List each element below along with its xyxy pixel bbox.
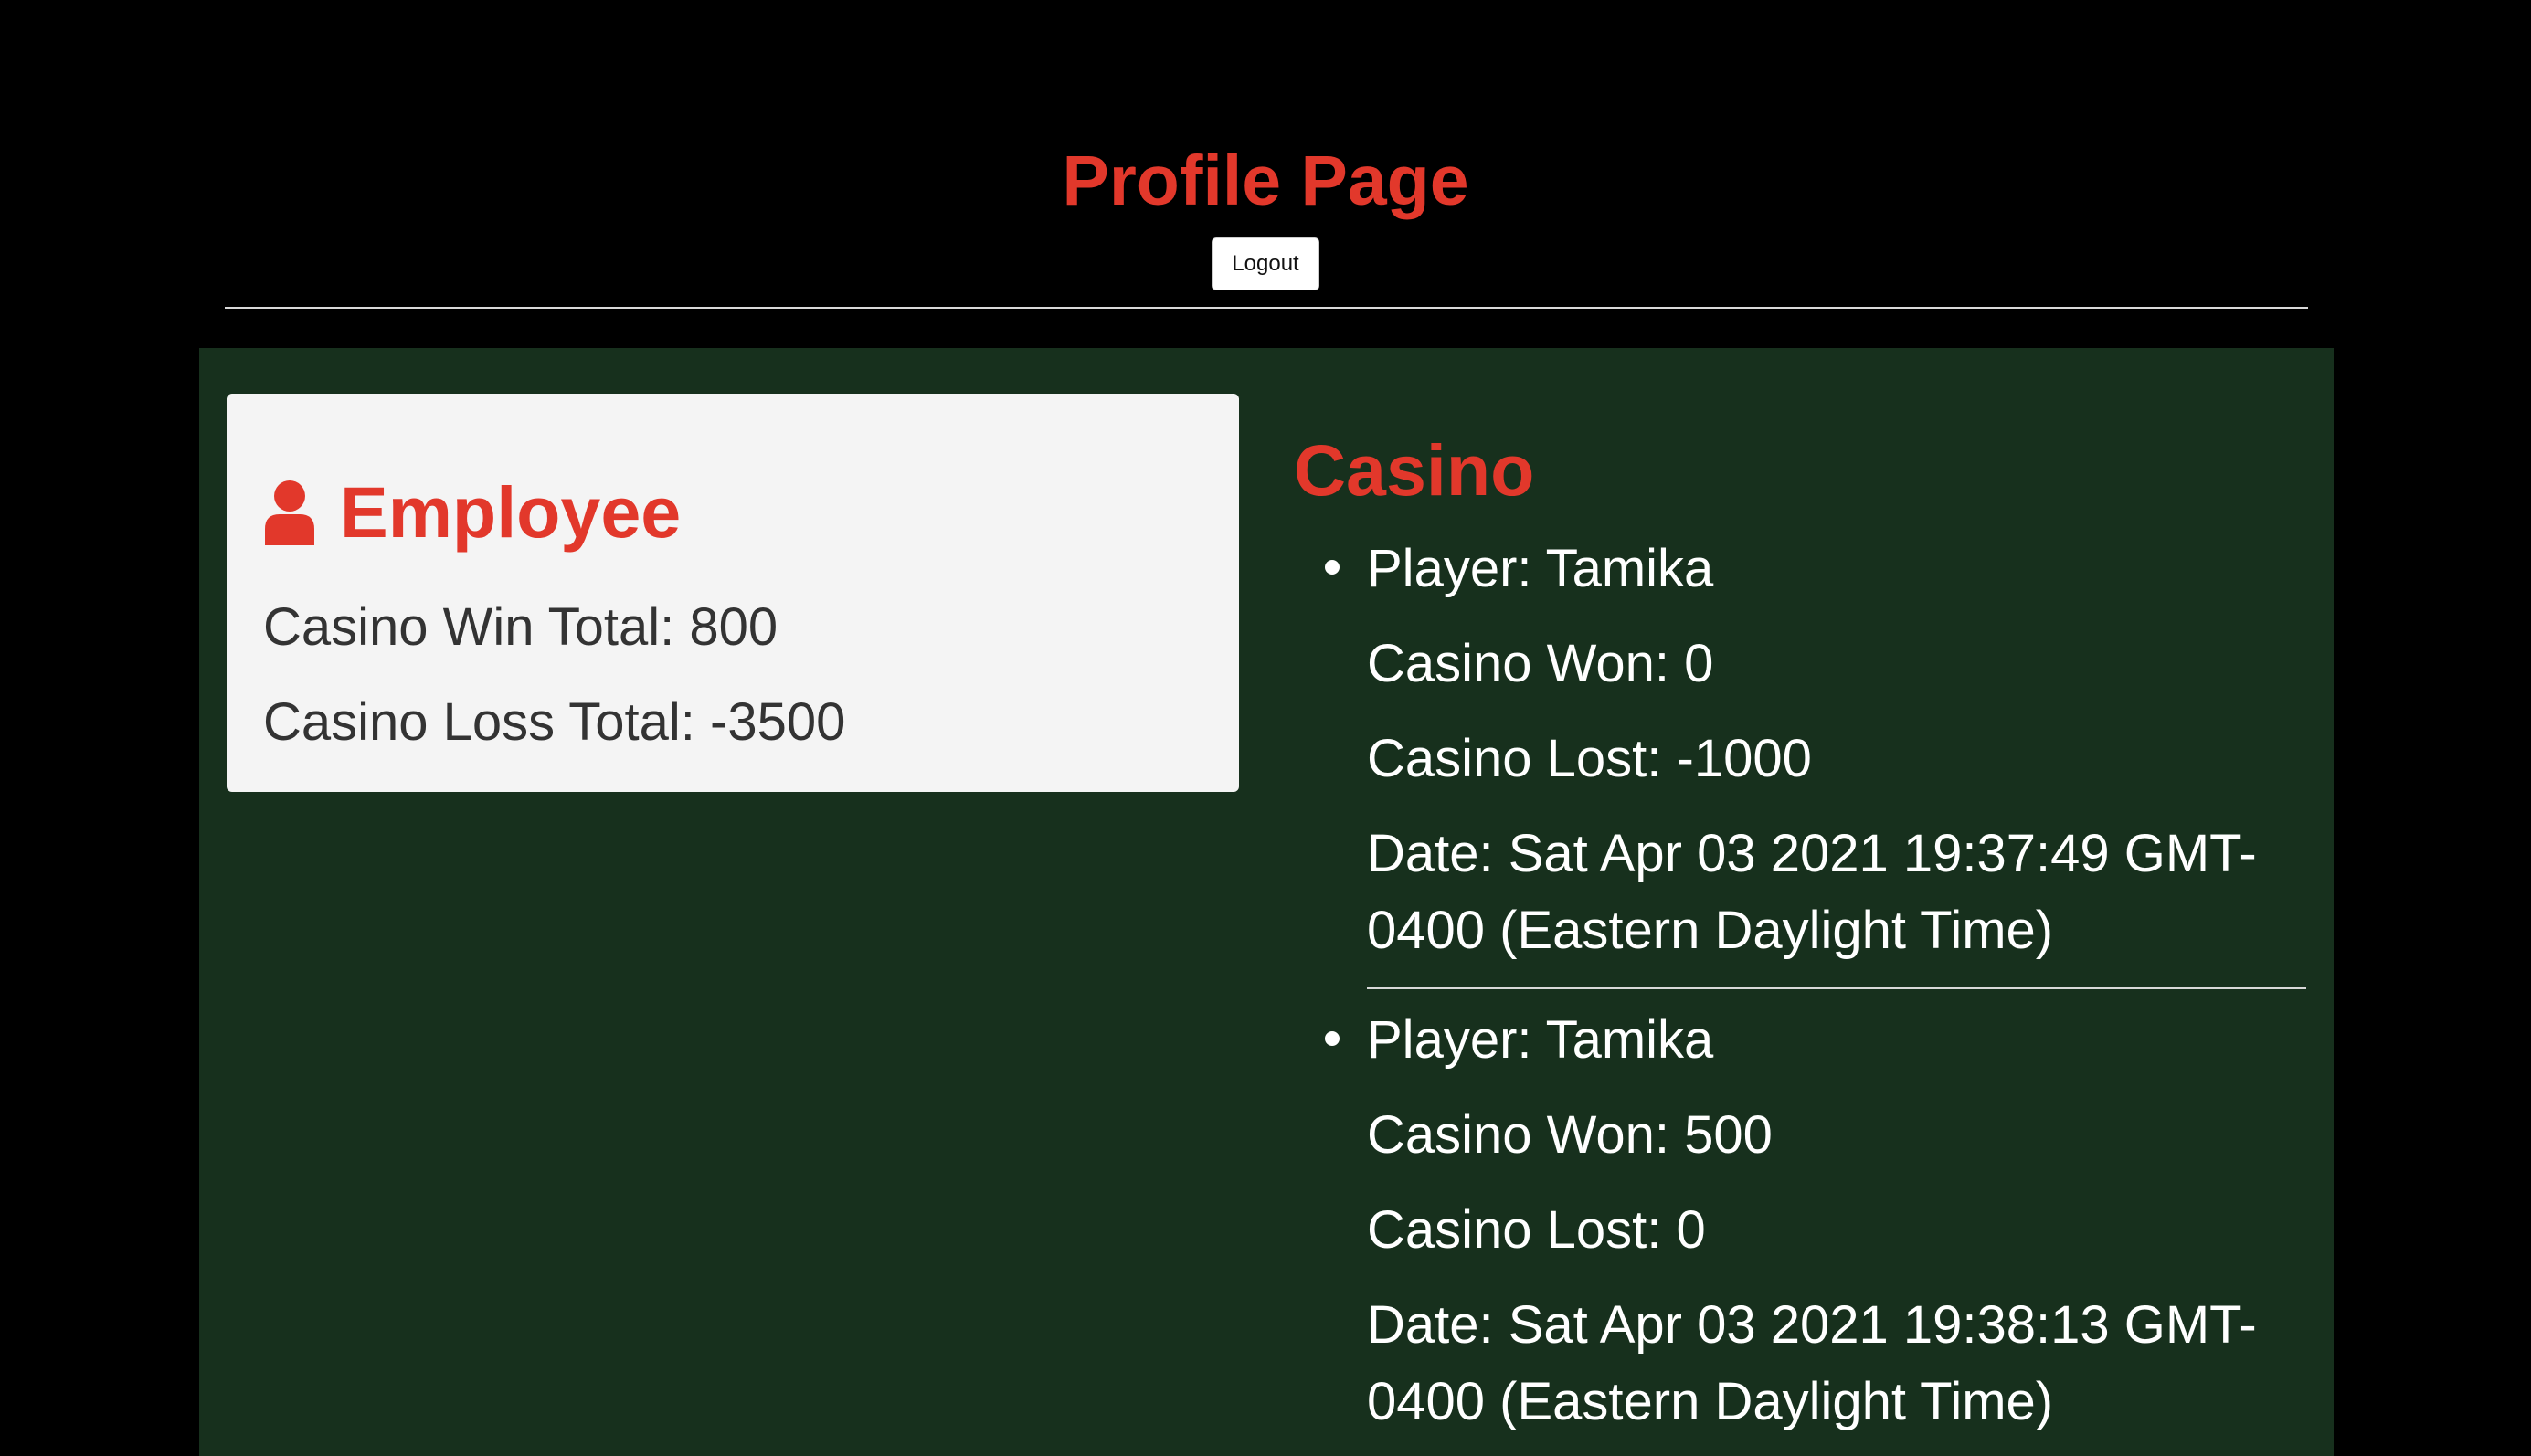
entry-lost: Casino Lost: 0 <box>1367 1200 1706 1260</box>
casino-heading: Casino <box>1294 429 1535 511</box>
employee-heading: Employee <box>263 467 681 558</box>
casino-win-total: Casino Win Total: 800 <box>263 591 778 664</box>
entry-player: Player: Tamika <box>1367 1010 1714 1070</box>
casino-loss-total-value: -3500 <box>710 692 846 752</box>
casino-entry: Player: Tamika Casino Won: 500 Casino Lo… <box>1325 1002 2306 1456</box>
casino-loss-total: Casino Loss Total: -3500 <box>263 686 845 759</box>
user-icon <box>265 480 314 545</box>
page-title: Profile Page <box>1062 142 1469 220</box>
employee-heading-label: Employee <box>340 471 682 553</box>
casino-entry: Player: Tamika Casino Won: 0 Casino Lost… <box>1325 531 2306 989</box>
entry-date-line1: Date: Sat Apr 03 2021 19:37:49 GMT- <box>1367 824 2257 883</box>
entry-date-line2: 0400 (Eastern Daylight Time) <box>1367 1372 2054 1431</box>
casino-win-total-value: 800 <box>689 597 778 657</box>
entry-date-line2: 0400 (Eastern Daylight Time) <box>1367 901 2054 960</box>
entry-lost: Casino Lost: -1000 <box>1367 729 1812 788</box>
casino-loss-total-label: Casino Loss Total: <box>263 692 695 752</box>
logout-button[interactable]: Logout <box>1212 237 1319 290</box>
bullet-icon <box>1325 1031 1340 1046</box>
employee-card: Employee Casino Win Total: 800 Casino Lo… <box>227 394 1239 792</box>
header-divider <box>225 307 2308 309</box>
casino-list: Player: Tamika Casino Won: 0 Casino Lost… <box>1325 531 2306 1456</box>
profile-page: Profile Page Logout Employee Casino Win … <box>0 0 2531 1456</box>
entry-won: Casino Won: 0 <box>1367 634 1714 693</box>
bullet-icon <box>1325 560 1340 575</box>
entry-player: Player: Tamika <box>1367 539 1714 598</box>
entry-date-line1: Date: Sat Apr 03 2021 19:38:13 GMT- <box>1367 1295 2257 1355</box>
casino-win-total-label: Casino Win Total: <box>263 597 675 657</box>
main-panel: Employee Casino Win Total: 800 Casino Lo… <box>199 348 2334 1456</box>
entry-won: Casino Won: 500 <box>1367 1105 1773 1165</box>
